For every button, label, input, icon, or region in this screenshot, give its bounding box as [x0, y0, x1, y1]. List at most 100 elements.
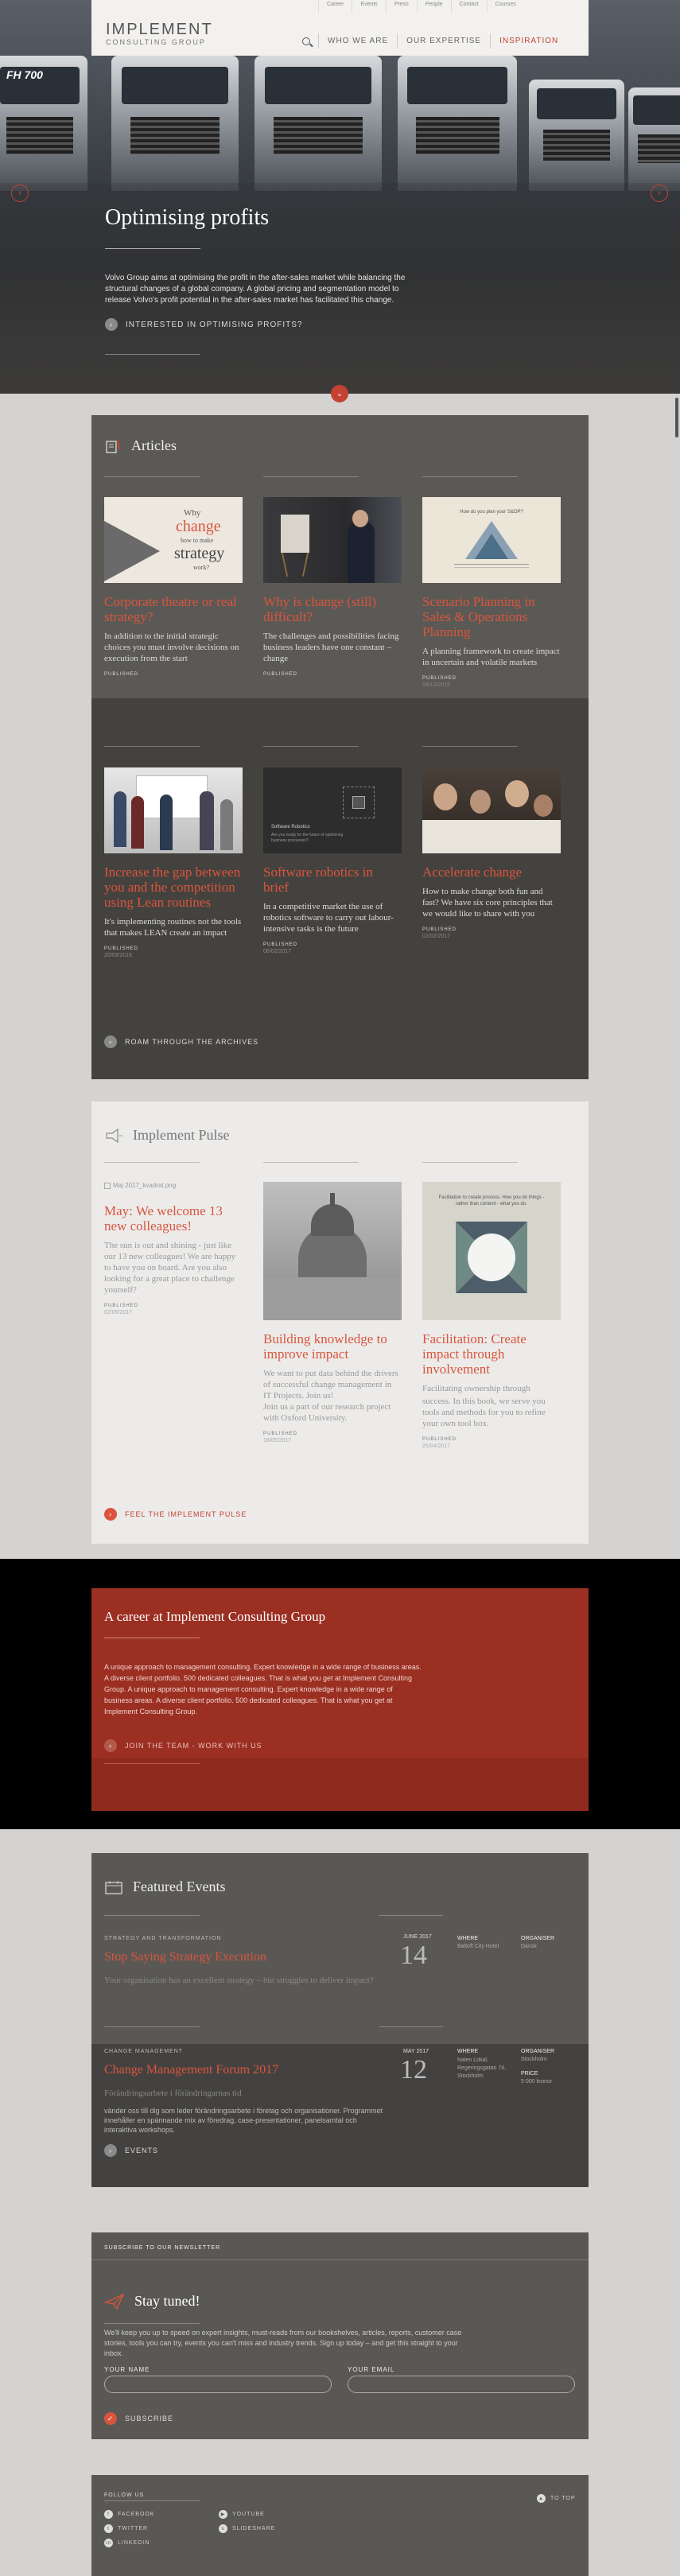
article-title[interactable]: Corporate theatre or real strategy?	[104, 594, 243, 624]
articles-section: Articles Why change how to make strategy…	[91, 415, 589, 1079]
article-card[interactable]: Software Robotics Are you ready for the …	[263, 767, 402, 954]
scroll-down-button[interactable]: ⌄	[331, 385, 348, 402]
article-desc: In a competitive market the use of robot…	[263, 902, 394, 934]
megaphone-icon	[106, 1128, 122, 1143]
career-link[interactable]: › JOIN THE TEAM - WORK WITH US	[104, 1739, 262, 1752]
arrow-right-icon: ›	[104, 1508, 117, 1521]
career-section: A career at Implement Consulting Group A…	[91, 1588, 589, 1811]
truck-tag: FH 700	[6, 68, 43, 81]
arrow-right-icon: ›	[104, 1739, 117, 1752]
section-title: Featured Events	[133, 1879, 226, 1894]
career-text: A unique approach to management consulti…	[104, 1663, 422, 1715]
newsletter-title: Stay tuned!	[134, 2293, 200, 2309]
articles-icon	[106, 439, 120, 453]
section-title: Articles	[131, 437, 177, 453]
article-thumbnail: Software Robotics Are you ready for the …	[263, 767, 402, 853]
event-title[interactable]: Change Management Forum 2017	[104, 2063, 278, 2077]
top-link-contact[interactable]: Contact	[450, 0, 487, 13]
event-title[interactable]: Stop Saying Strategy Execution	[104, 1950, 266, 1964]
youtube-link[interactable]: ▶ YOUTUBE	[219, 2510, 265, 2519]
article-title[interactable]: Scenario Planning in Sales & Operations …	[422, 594, 561, 639]
email-input[interactable]	[348, 2376, 575, 2393]
article-title[interactable]: Increase the gap between you and the com…	[104, 864, 243, 910]
article-desc: A planning framework to create impact in…	[422, 647, 560, 667]
pulse-desc: The sun is out and shining - just like o…	[104, 1241, 236, 1295]
article-card[interactable]: Why change how to make strategy work? Co…	[104, 497, 243, 677]
nav-our-expertise[interactable]: OUR EXPERTISE	[397, 33, 490, 49]
newsletter-text: We'll keep you up to speed on expert ins…	[104, 2329, 462, 2357]
article-title[interactable]: Software robotics in brief	[263, 864, 402, 895]
top-link-career[interactable]: Career	[318, 0, 352, 13]
hero-cta-link[interactable]: › INTERESTED IN OPTIMISING PROFITS?	[105, 318, 302, 331]
section-title: Implement Pulse	[133, 1127, 230, 1143]
article-desc: How to make change both fun and fast? We…	[422, 887, 553, 919]
arrow-right-icon: ›	[105, 318, 118, 331]
hero-title: Optimising profits	[105, 205, 270, 230]
top-link-courses[interactable]: Courses	[486, 0, 524, 13]
arrow-right-icon: ›	[104, 1035, 117, 1048]
article-thumbnail	[104, 767, 243, 853]
top-nav: Career Events Press People Contact Cours…	[318, 0, 524, 13]
pulse-card[interactable]: Maj 2017_kvadrat.png May: We welcome 13 …	[104, 1182, 243, 1315]
event-day: 14	[400, 1941, 427, 1970]
top-link-people[interactable]: People	[416, 0, 451, 13]
hero-banner: FH 700 ‹ › Optimising profits Volvo Grou…	[0, 0, 680, 394]
article-thumbnail: Why change how to make strategy work?	[104, 497, 243, 583]
name-input[interactable]	[104, 2376, 332, 2393]
article-card[interactable]: Why is change (still) difficult? The cha…	[263, 497, 402, 677]
newsletter-section: SUBSCRIBE TO OUR NEWSLETTER Stay tuned! …	[91, 2232, 589, 2439]
article-title[interactable]: Why is change (still) difficult?	[263, 594, 402, 624]
nav-who-we-are[interactable]: WHO WE ARE	[318, 33, 397, 49]
subscribe-button[interactable]: ✓ SUBSCRIBE	[104, 2412, 173, 2425]
pulse-title[interactable]: May: We welcome 13 new colleagues!	[104, 1203, 243, 1234]
twitter-link[interactable]: t TWITTER	[104, 2524, 148, 2533]
nav-inspiration[interactable]: INSPIRATION	[490, 33, 567, 49]
hero-text: Volvo Group aims at optimising the profi…	[105, 274, 406, 305]
pulse-thumbnail	[263, 1182, 402, 1320]
archive-link[interactable]: › ROAM THROUGH THE ARCHIVES	[104, 1035, 258, 1048]
pulse-title[interactable]: Facilitation: Create impact through invo…	[422, 1331, 561, 1377]
site-footer: FOLLOW US f FACEBOOK t TWITTER in LINKEDIN …	[91, 2475, 589, 2576]
search-icon[interactable]	[302, 37, 310, 45]
article-title[interactable]: Accelerate change	[422, 864, 561, 880]
scrollbar-thumb[interactable]	[675, 398, 678, 437]
site-header: IMPLEMENT CONSULTING GROUP Career Events…	[91, 0, 589, 56]
facebook-link[interactable]: f FACEBOOK	[104, 2510, 155, 2519]
article-desc: It's implementing routines not the tools…	[104, 917, 242, 938]
broken-image: Maj 2017_kvadrat.png	[104, 1182, 243, 1189]
next-slide-button[interactable]: ›	[651, 185, 668, 202]
article-card[interactable]: Accelerate change How to make change bot…	[422, 767, 561, 939]
pulse-thumbnail: Facilitation to create process. How you …	[422, 1182, 561, 1320]
article-card[interactable]: Increase the gap between you and the com…	[104, 767, 243, 958]
event-day: 12	[400, 2055, 427, 2085]
linkedin-icon: in	[104, 2539, 113, 2547]
logo[interactable]: IMPLEMENT	[106, 21, 213, 39]
article-card[interactable]: How do you plan your S&OP? Scenario Plan…	[422, 497, 561, 688]
linkedin-link[interactable]: in LINKEDIN	[104, 2539, 150, 2547]
facebook-icon: f	[104, 2510, 113, 2519]
article-thumbnail: How do you plan your S&OP?	[422, 497, 561, 583]
article-desc: The challenges and possibilities facing …	[263, 631, 399, 663]
main-nav: WHO WE ARE OUR EXPERTISE INSPIRATION	[302, 33, 567, 49]
pulse-card[interactable]: Facilitation to create process. How you …	[422, 1182, 561, 1449]
pulse-section: Implement Pulse Maj 2017_kvadrat.png May…	[91, 1102, 589, 1544]
pulse-link[interactable]: › FEEL THE IMPLEMENT PULSE	[104, 1508, 247, 1521]
pulse-title[interactable]: Building knowledge to improve impact	[263, 1331, 402, 1362]
article-thumbnail	[263, 497, 402, 583]
events-link[interactable]: › EVENTS	[104, 2144, 158, 2157]
top-link-press[interactable]: Press	[385, 0, 417, 13]
article-thumbnail	[422, 767, 561, 853]
career-title: A career at Implement Consulting Group	[104, 1609, 326, 1624]
to-top-button[interactable]: ▲ TO TOP	[537, 2494, 576, 2503]
pulse-desc: Facilitating ownership through	[422, 1384, 530, 1393]
prev-slide-button[interactable]: ‹	[11, 185, 29, 202]
pulse-card[interactable]: Building knowledge to improve impact We …	[263, 1182, 402, 1443]
youtube-icon: ▶	[219, 2510, 227, 2519]
check-icon: ✓	[104, 2412, 117, 2425]
events-section: Featured Events STRATEGY AND TRANSFORMAT…	[91, 1853, 589, 2187]
twitter-icon: t	[104, 2524, 113, 2533]
arrow-up-icon: ▲	[537, 2494, 546, 2503]
slideshare-link[interactable]: s SLIDESHARE	[219, 2524, 275, 2533]
top-link-events[interactable]: Events	[352, 0, 385, 13]
calendar-icon	[105, 1880, 122, 1894]
